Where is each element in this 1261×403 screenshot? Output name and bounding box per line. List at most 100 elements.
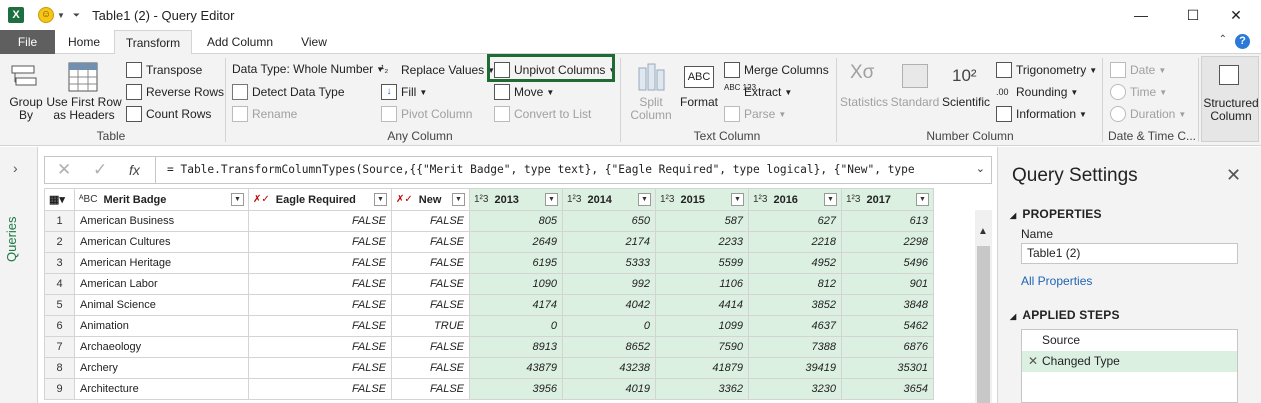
tab-view[interactable]: View bbox=[292, 30, 336, 54]
cell-2016[interactable]: 7388 bbox=[748, 336, 842, 358]
cell-eagle-required[interactable]: FALSE bbox=[248, 231, 392, 253]
properties-section[interactable]: ◢ PROPERTIES bbox=[1010, 207, 1102, 221]
applied-steps-section[interactable]: ◢ APPLIED STEPS bbox=[1010, 308, 1120, 322]
close-icon[interactable]: ✕ bbox=[1226, 165, 1241, 186]
help-icon[interactable]: ? bbox=[1235, 34, 1250, 49]
delete-step-icon[interactable]: ✕ bbox=[1028, 351, 1038, 372]
collapse-ribbon-icon[interactable]: ⌃ bbox=[1219, 34, 1227, 45]
cell-2013[interactable]: 8913 bbox=[469, 336, 563, 358]
cell-2013[interactable]: 4174 bbox=[469, 294, 563, 316]
transpose-button[interactable]: Transpose bbox=[126, 62, 202, 78]
move-dropdown[interactable]: Move ▼ bbox=[494, 84, 554, 100]
cell-2016[interactable]: 4952 bbox=[748, 252, 842, 274]
table-row[interactable]: 3 American Heritage FALSE FALSE 6195 5333 5599… bbox=[44, 252, 934, 274]
structured-column-button[interactable]: Structured Column bbox=[1201, 56, 1259, 142]
cell-2015[interactable]: 1106 bbox=[655, 273, 749, 295]
cell-2013[interactable]: 0 bbox=[469, 315, 563, 337]
data-type-dropdown[interactable]: Data Type: Whole Number ▼ bbox=[232, 62, 384, 76]
time-dropdown[interactable]: Time ▼ bbox=[1110, 84, 1167, 100]
count-rows-button[interactable]: Count Rows bbox=[126, 106, 211, 122]
cell-merit-badge[interactable]: American Heritage bbox=[74, 252, 249, 274]
filter-dropdown-icon[interactable]: ▼ bbox=[916, 193, 929, 206]
cell-merit-badge[interactable]: Archaeology bbox=[74, 336, 249, 358]
table-row[interactable]: 8 Archery FALSE FALSE 43879 43238 41879 39419 35… bbox=[44, 357, 934, 379]
cell-eagle-required[interactable]: FALSE bbox=[248, 378, 392, 400]
fill-dropdown[interactable]: ↓ Fill ▼ bbox=[381, 84, 427, 100]
cell-2013[interactable]: 3956 bbox=[469, 378, 563, 400]
cell-2016[interactable]: 4637 bbox=[748, 315, 842, 337]
formula-input[interactable]: = Table.TransformColumnTypes(Source,{{"M… bbox=[167, 163, 915, 176]
cell-new[interactable]: FALSE bbox=[391, 231, 470, 253]
cell-merit-badge[interactable]: Architecture bbox=[74, 378, 249, 400]
filter-dropdown-icon[interactable]: ▼ bbox=[731, 193, 744, 206]
filter-dropdown-icon[interactable]: ▼ bbox=[231, 193, 244, 206]
vertical-scrollbar[interactable]: ▲ bbox=[975, 210, 992, 403]
whole-number-type-icon[interactable]: 1²3 bbox=[567, 194, 581, 205]
cell-merit-badge[interactable]: American Business bbox=[74, 210, 249, 232]
cell-eagle-required[interactable]: FALSE bbox=[248, 210, 392, 232]
text-type-icon[interactable]: ᴬBC bbox=[79, 194, 97, 205]
cell-2017[interactable]: 901 bbox=[841, 273, 934, 295]
rounding-dropdown[interactable]: .00 Rounding ▼ bbox=[996, 84, 1078, 100]
cell-2017[interactable]: 3848 bbox=[841, 294, 934, 316]
cell-2015[interactable]: 2233 bbox=[655, 231, 749, 253]
cell-2017[interactable]: 5496 bbox=[841, 252, 934, 274]
cell-new[interactable]: FALSE bbox=[391, 273, 470, 295]
rename-button[interactable]: Rename bbox=[232, 106, 297, 122]
parse-dropdown[interactable]: Parse ▼ bbox=[724, 106, 786, 122]
cell-2017[interactable]: 5462 bbox=[841, 315, 934, 337]
table-row[interactable]: 1 American Business FALSE FALSE 805 650 587 627… bbox=[44, 210, 934, 232]
table-row[interactable]: 6 Animation FALSE TRUE 0 0 1099 4637 5462 bbox=[44, 315, 934, 337]
cell-2015[interactable]: 3362 bbox=[655, 378, 749, 400]
cell-2017[interactable]: 35301 bbox=[841, 357, 934, 379]
row-number[interactable]: 9 bbox=[44, 378, 75, 400]
all-properties-link[interactable]: All Properties bbox=[1021, 274, 1092, 288]
row-number[interactable]: 1 bbox=[44, 210, 75, 232]
cell-2013[interactable]: 2649 bbox=[469, 231, 563, 253]
cell-2014[interactable]: 650 bbox=[562, 210, 656, 232]
cell-2014[interactable]: 43238 bbox=[562, 357, 656, 379]
trigonometry-dropdown[interactable]: Trigonometry ▼ bbox=[996, 62, 1097, 78]
cell-eagle-required[interactable]: FALSE bbox=[248, 357, 392, 379]
column-header-2014[interactable]: 1²3 2014 ▼ bbox=[562, 188, 656, 211]
cell-new[interactable]: FALSE bbox=[391, 210, 470, 232]
cell-2014[interactable]: 4042 bbox=[562, 294, 656, 316]
row-number[interactable]: 2 bbox=[44, 231, 75, 253]
column-header-2013[interactable]: 1²3 2013 ▼ bbox=[469, 188, 563, 211]
detect-data-type-button[interactable]: Detect Data Type bbox=[232, 84, 345, 100]
merge-columns-button[interactable]: Merge Columns bbox=[724, 62, 829, 78]
tab-transform[interactable]: Transform bbox=[114, 30, 192, 55]
filter-dropdown-icon[interactable]: ▼ bbox=[374, 193, 387, 206]
cell-2015[interactable]: 4414 bbox=[655, 294, 749, 316]
step-changed-type[interactable]: ✕ Changed Type bbox=[1022, 351, 1237, 372]
cell-new[interactable]: TRUE bbox=[391, 315, 470, 337]
cancel-formula-icon[interactable]: ✕ bbox=[57, 160, 71, 180]
customize-quick-access-icon[interactable]: ⏷ bbox=[73, 10, 80, 21]
filter-dropdown-icon[interactable]: ▼ bbox=[824, 193, 837, 206]
column-header-2016[interactable]: 1²3 2016 ▼ bbox=[748, 188, 842, 211]
step-source[interactable]: Source bbox=[1022, 330, 1237, 351]
row-number[interactable]: 8 bbox=[44, 357, 75, 379]
column-header-new[interactable]: ✗✓ New ▼ bbox=[391, 188, 470, 211]
whole-number-type-icon[interactable]: 1²3 bbox=[846, 194, 860, 205]
row-number[interactable]: 4 bbox=[44, 273, 75, 295]
collapse-triangle-icon[interactable]: ◢ bbox=[1010, 211, 1016, 220]
cell-2013[interactable]: 805 bbox=[469, 210, 563, 232]
row-number[interactable]: 6 bbox=[44, 315, 75, 337]
maximize-button[interactable]: ☐ bbox=[1183, 5, 1203, 25]
table-row[interactable]: 2 American Cultures FALSE FALSE 2649 2174 2233… bbox=[44, 231, 934, 253]
cell-eagle-required[interactable]: FALSE bbox=[248, 336, 392, 358]
cell-merit-badge[interactable]: Animation bbox=[74, 315, 249, 337]
cell-new[interactable]: FALSE bbox=[391, 336, 470, 358]
commit-formula-icon[interactable]: ✓ bbox=[93, 160, 107, 180]
queries-pane-label[interactable]: Queries bbox=[4, 199, 34, 279]
column-header-2017[interactable]: 1²3 2017 ▼ bbox=[841, 188, 934, 211]
cell-merit-badge[interactable]: American Labor bbox=[74, 273, 249, 295]
cell-merit-badge[interactable]: Archery bbox=[74, 357, 249, 379]
pivot-column-button[interactable]: Pivot Column bbox=[381, 106, 472, 122]
tab-add-column[interactable]: Add Column bbox=[200, 30, 280, 54]
cell-eagle-required[interactable]: FALSE bbox=[248, 252, 392, 274]
extract-dropdown[interactable]: ABC 123 Extract ▼ bbox=[724, 84, 792, 100]
chevron-down-icon[interactable]: ▼ bbox=[57, 11, 65, 20]
row-number[interactable]: 3 bbox=[44, 252, 75, 274]
